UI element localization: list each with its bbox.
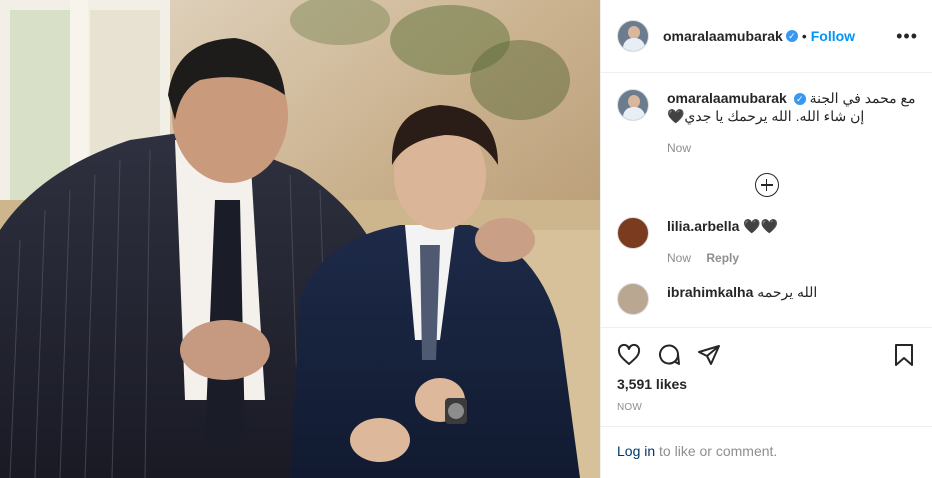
- avatar[interactable]: [617, 89, 649, 121]
- share-icon[interactable]: [695, 341, 723, 369]
- header-username[interactable]: omaralaamubarak: [663, 28, 783, 44]
- post-container: omaralaamubarak ✓ • Follow ••• omaralaam…: [0, 0, 932, 478]
- post-sidebar: omaralaamubarak ✓ • Follow ••• omaralaam…: [600, 0, 932, 478]
- comment-text: 🖤🖤: [743, 218, 779, 234]
- caption-text-block: omaralaamubarak ✓ مع محمد في الجنة إن شا…: [667, 89, 916, 157]
- post-image: [0, 0, 600, 478]
- verified-icon: ✓: [793, 93, 806, 106]
- caption-time: Now: [667, 141, 692, 155]
- action-bar: [601, 328, 932, 382]
- post-header: omaralaamubarak ✓ • Follow •••: [601, 0, 932, 73]
- bookmark-icon[interactable]: [890, 341, 918, 369]
- comments-section[interactable]: omaralaamubarak ✓ مع محمد في الجنة إن شا…: [601, 73, 932, 327]
- post-photo[interactable]: [0, 0, 600, 478]
- login-link[interactable]: Log in: [617, 443, 655, 459]
- heart-icon[interactable]: [615, 341, 643, 369]
- heart-icon-svg: [617, 343, 641, 365]
- verified-icon: ✓: [785, 30, 798, 42]
- caption-row: omaralaamubarak ✓ مع محمد في الجنة إن شا…: [617, 89, 916, 157]
- bookmark-icon-svg: [895, 344, 913, 366]
- post-footer: 3,591 likes NOW Log in to like or commen…: [601, 327, 932, 459]
- likes-count[interactable]: 3,591 likes: [601, 376, 932, 392]
- caption-username[interactable]: omaralaamubarak: [667, 90, 787, 106]
- avatar-body: [623, 38, 645, 51]
- comment-username[interactable]: lilia.arbella: [667, 218, 739, 234]
- caption-meta: Now: [667, 139, 916, 157]
- comment-row: lilia.arbella 🖤🖤 Now Reply: [617, 217, 916, 267]
- more-options-icon[interactable]: •••: [896, 26, 918, 47]
- share-icon-svg: [698, 345, 720, 365]
- login-prompt: Log in to like or comment.: [601, 426, 932, 478]
- comment-row: ibrahimkalha الله يرحمه: [617, 283, 916, 315]
- comment-text: الله يرحمه: [757, 284, 818, 300]
- post-timestamp: NOW: [617, 402, 643, 413]
- comment-meta: Now Reply: [667, 249, 916, 267]
- reply-button[interactable]: Reply: [706, 251, 739, 265]
- commenter-avatar[interactable]: [617, 283, 649, 315]
- avatar-body: [623, 107, 645, 120]
- comment-text-block: lilia.arbella 🖤🖤 Now Reply: [667, 217, 916, 267]
- avatar[interactable]: [617, 20, 649, 52]
- comment-icon-svg: [659, 344, 680, 365]
- add-comments-icon[interactable]: [754, 173, 779, 197]
- header-user-block: omaralaamubarak ✓ • Follow: [663, 28, 855, 44]
- comment-time: Now: [667, 251, 692, 265]
- comment-icon[interactable]: [655, 341, 683, 369]
- comment-text-block: ibrahimkalha الله يرحمه: [667, 283, 916, 315]
- follow-button[interactable]: Follow: [811, 28, 855, 44]
- separator-dot: •: [801, 28, 807, 44]
- login-prompt-text: to like or comment.: [655, 443, 778, 459]
- comment-username[interactable]: ibrahimkalha: [667, 284, 753, 300]
- commenter-avatar[interactable]: [617, 217, 649, 249]
